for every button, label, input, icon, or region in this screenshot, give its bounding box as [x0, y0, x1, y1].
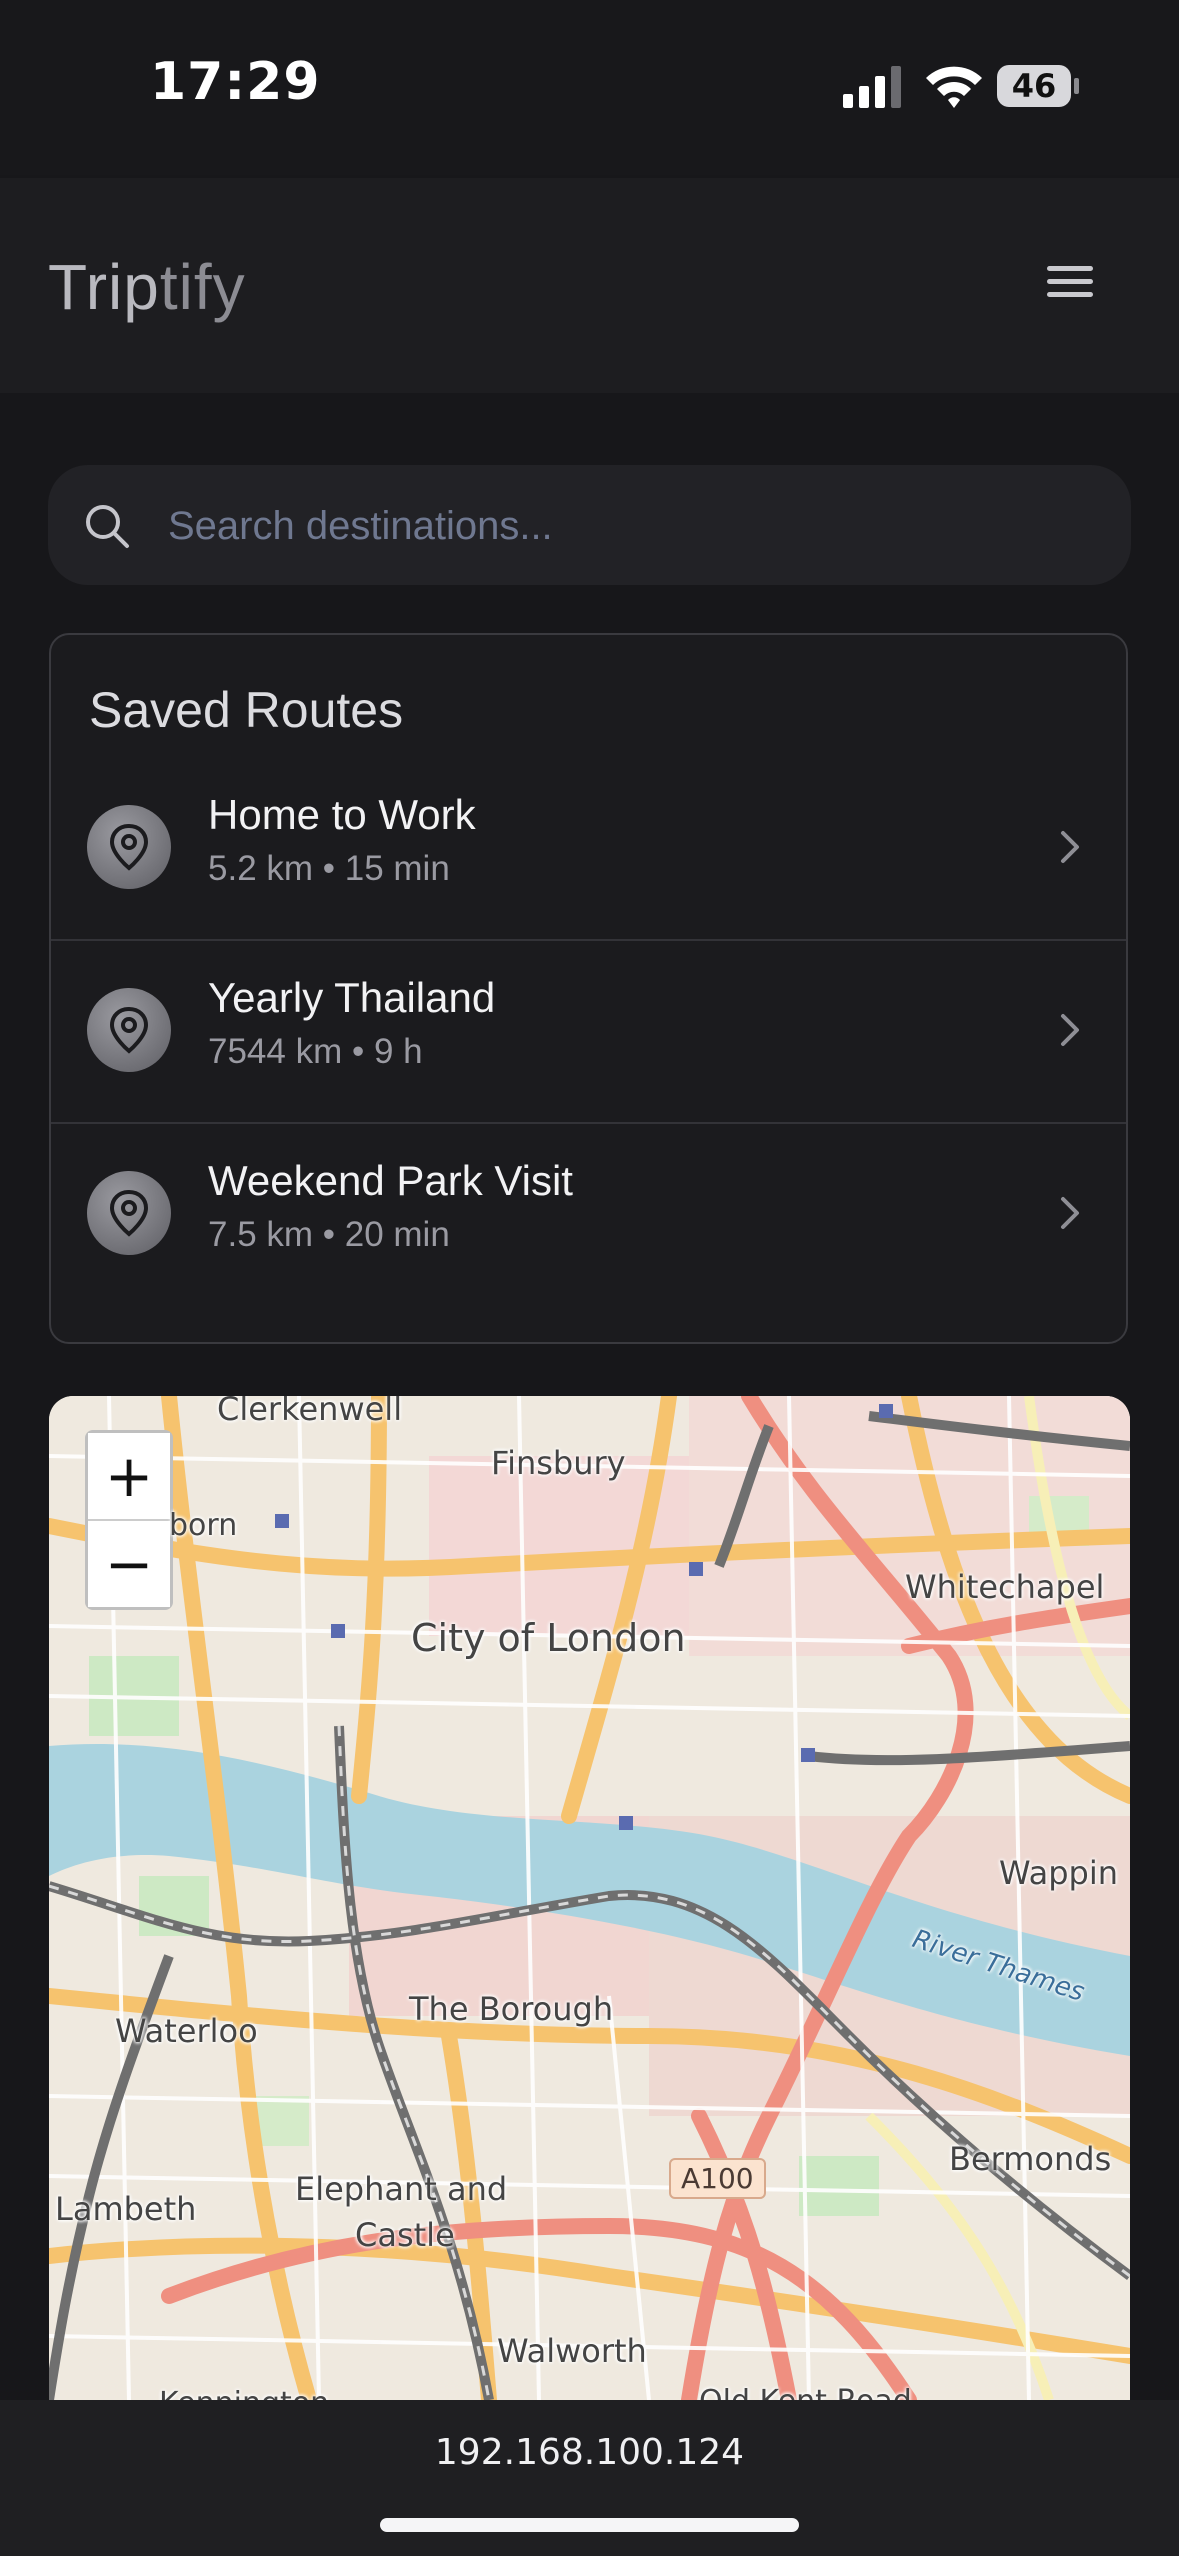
- search-input[interactable]: [166, 489, 1070, 563]
- hamburger-menu-icon[interactable]: [1040, 258, 1100, 314]
- map-label: Kennington: [159, 2386, 329, 2400]
- route-item-yearly-thailand[interactable]: Yearly Thailand 7544 km • 9 h: [51, 940, 1126, 1124]
- chevron-right-icon: [1061, 1014, 1079, 1046]
- browser-bottom-bar: [0, 2400, 1179, 2556]
- route-name: Yearly Thailand: [208, 974, 496, 1021]
- location-pin-icon: [87, 1171, 171, 1255]
- location-pin-icon: [87, 805, 171, 889]
- status-time: 17:29: [150, 52, 321, 112]
- home-indicator[interactable]: [380, 2518, 799, 2532]
- map-label: Whitechapel: [905, 1568, 1105, 1606]
- route-name: Home to Work: [208, 791, 476, 838]
- chevron-right-icon: [1061, 831, 1079, 863]
- map-label: Waterloo: [115, 2012, 258, 2050]
- zoom-in-button[interactable]: +: [88, 1433, 170, 1519]
- map-label: Finsbury: [491, 1444, 626, 1482]
- map-label: City of London: [411, 1616, 686, 1660]
- brand-text-main: Trip: [48, 251, 160, 323]
- map-label: born: [169, 1508, 238, 1543]
- battery-icon: 46: [996, 64, 1080, 108]
- battery-level: 46: [1011, 67, 1057, 105]
- zoom-out-button[interactable]: −: [88, 1521, 170, 1607]
- map-view[interactable]: + − Clerkenwell Finsbury born Whitechape…: [49, 1396, 1130, 2400]
- chevron-right-icon: [1061, 1197, 1079, 1229]
- app-logo: Triptify: [48, 250, 246, 324]
- map-label: Old Kent Road: [699, 2384, 912, 2400]
- cellular-signal-icon: [843, 66, 901, 108]
- wifi-icon: [926, 66, 982, 108]
- search-icon: [86, 505, 129, 548]
- route-meta: 7544 km • 9 h: [208, 1032, 423, 1071]
- map-label: Clerkenwell: [217, 1396, 403, 1428]
- address-bar-url[interactable]: 192.168.100.124: [0, 2432, 1179, 2473]
- map-label: Castle: [355, 2216, 455, 2254]
- route-name: Weekend Park Visit: [208, 1157, 573, 1204]
- map-label: Lambeth: [55, 2190, 197, 2228]
- route-item-weekend-park-visit[interactable]: Weekend Park Visit 7.5 km • 20 min: [51, 1123, 1126, 1305]
- location-pin-icon: [87, 988, 171, 1072]
- route-item-home-to-work[interactable]: Home to Work 5.2 km • 15 min: [51, 757, 1126, 941]
- map-label: Wappin: [999, 1854, 1118, 1892]
- map-tiles: [49, 1396, 1130, 2400]
- map-label: Elephant and: [295, 2170, 508, 2208]
- search-bar: [48, 465, 1131, 585]
- road-shield-a100: A100: [669, 2158, 766, 2199]
- saved-routes-title: Saved Routes: [89, 682, 404, 738]
- map-label: Walworth: [497, 2332, 647, 2370]
- saved-routes-card: Saved Routes Home to Work 5.2 km • 15 mi…: [49, 633, 1128, 1344]
- map-label: The Borough: [409, 1990, 614, 2028]
- route-meta: 7.5 km • 20 min: [208, 1215, 450, 1254]
- map-label: Bermonds: [949, 2140, 1112, 2178]
- brand-text-fade: tify: [159, 251, 246, 323]
- route-meta: 5.2 km • 15 min: [208, 849, 450, 888]
- map-zoom-control: + −: [85, 1430, 173, 1610]
